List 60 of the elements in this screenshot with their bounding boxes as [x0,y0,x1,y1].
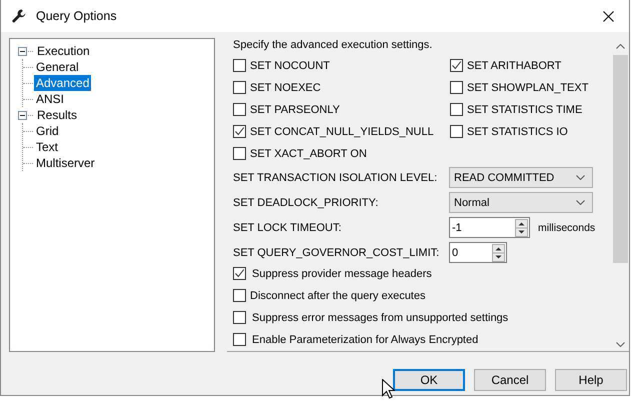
checkbox-label: SET SHOWPLAN_TEXT [467,82,588,94]
spinner-arrows-icon[interactable] [515,218,528,236]
checkbox-label: SET PARSEONLY [250,104,340,116]
chevron-down-icon [576,175,585,180]
window-title: Query Options [36,9,118,23]
tree-item[interactable]: Text [34,139,60,155]
checkbox[interactable] [233,59,246,72]
checkbox-label: SET NOCOUNT [250,60,330,72]
tree-item[interactable]: ANSI [34,91,66,107]
tree-item[interactable]: General [34,59,81,75]
checkbox[interactable] [450,81,463,94]
checkbox-label: Disconnect after the query executes [250,290,426,302]
checkbox[interactable] [233,103,246,116]
setting-label: SET DEADLOCK_PRIORITY: [233,196,380,208]
setting-label: SET LOCK TIMEOUT: [233,222,342,234]
checkbox-label: Suppress provider message headers [252,268,432,280]
checkbox-label: SET CONCAT_NULL_YIELDS_NULL [250,126,434,138]
checkbox-label: SET ARITHABORT [467,60,562,72]
number-field[interactable]: -1 [449,217,530,238]
collapse-icon[interactable] [18,46,27,56]
unit-label: milliseconds [538,222,596,234]
dialog-button[interactable]: Cancel [474,369,546,391]
checkbox-label: SET STATISTICS IO [467,126,568,138]
tree-item[interactable]: Advanced [34,75,92,91]
checkbox-label: Suppress error messages from unsupported settings [252,312,508,324]
number-field[interactable]: 0 [449,242,507,263]
tree-item[interactable]: Grid [34,123,61,139]
dialog-button[interactable]: OK [393,369,465,391]
checkbox[interactable] [233,333,246,346]
scroll-up-icon[interactable] [616,44,625,49]
checkbox-label: SET XACT_ABORT ON [250,148,367,160]
scroll-down-icon[interactable] [616,342,625,347]
checkbox[interactable] [450,103,463,116]
checkbox[interactable] [233,147,246,160]
tree-item[interactable]: Results [35,107,80,123]
checkbox[interactable] [450,59,463,72]
chevron-down-icon [576,200,585,205]
dialog-button[interactable]: Help [555,369,627,391]
checkbox-label: Enable Parameterization for Always Encrypted [252,334,478,346]
tree-item[interactable]: Execution [35,43,92,59]
close-icon[interactable] [603,10,614,22]
setting-label: SET QUERY_GOVERNOR_COST_LIMIT: [233,246,440,258]
checkbox[interactable] [233,81,246,94]
checkbox-label: SET STATISTICS TIME [467,104,582,116]
wrench-icon [12,9,26,23]
mouse-cursor-icon [382,379,395,399]
checkbox[interactable] [233,311,246,324]
setting-label: SET TRANSACTION ISOLATION LEVEL: [233,172,438,184]
dropdown[interactable]: READ COMMITTED [449,167,593,188]
description-text: Specify the advanced execution settings. [233,38,434,52]
checkbox[interactable] [233,289,246,302]
spinner-arrows-icon[interactable] [492,244,505,262]
dropdown[interactable]: Normal [449,192,593,213]
collapse-icon[interactable] [18,110,27,120]
scrollbar-thumb[interactable] [613,55,628,263]
tree-item[interactable]: Multiserver [34,155,97,171]
checkbox[interactable] [233,267,246,280]
checkbox[interactable] [233,125,246,138]
checkbox-label: SET NOEXEC [250,82,321,94]
checkbox[interactable] [450,125,463,138]
